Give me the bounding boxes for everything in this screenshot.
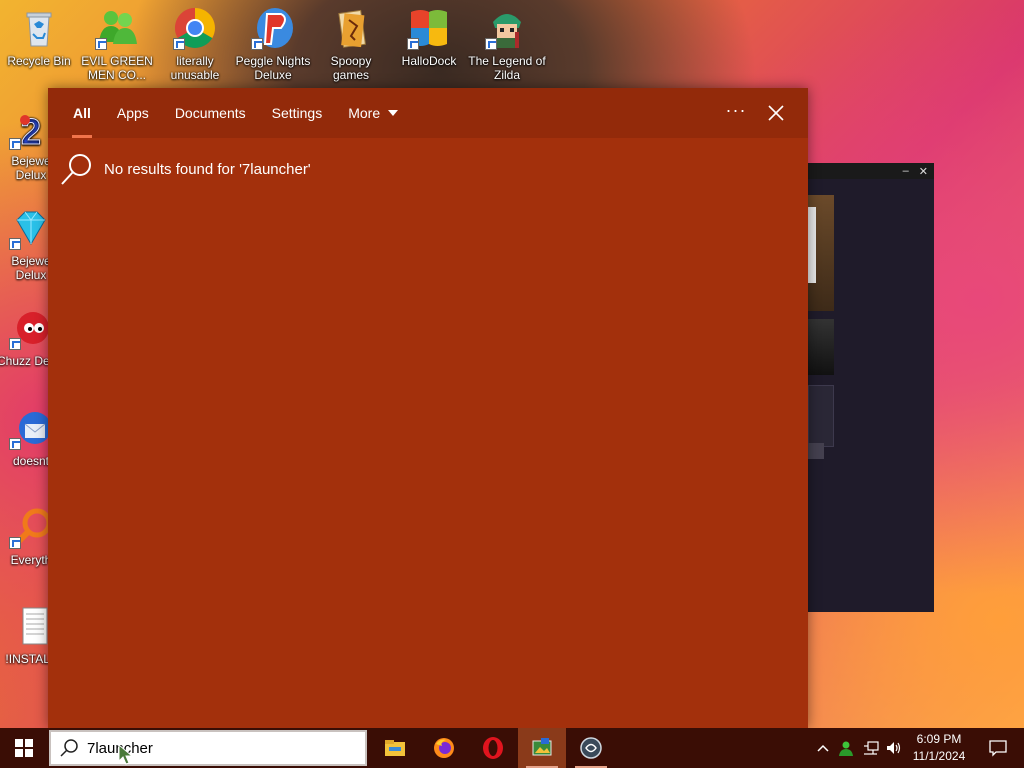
close-icon bbox=[768, 105, 784, 121]
shortcut-arrow-icon bbox=[251, 38, 263, 50]
desktop-icon-hallodock[interactable]: HalloDock bbox=[390, 6, 468, 68]
tab-settings[interactable]: Settings bbox=[259, 88, 336, 138]
shortcut-arrow-icon bbox=[9, 537, 21, 549]
tray-overflow-button[interactable] bbox=[814, 728, 832, 768]
chuzzle-icon bbox=[9, 306, 53, 350]
messenger-icon bbox=[95, 6, 139, 50]
shortcut-arrow-icon bbox=[9, 338, 21, 350]
start-button[interactable] bbox=[0, 728, 48, 768]
desktop-icon-legend-of-zilda[interactable]: The Legend of Zilda bbox=[468, 6, 546, 82]
bejeweled-icon bbox=[9, 206, 53, 250]
notification-icon bbox=[989, 740, 1007, 757]
chrome-icon bbox=[173, 6, 217, 50]
action-center-button[interactable] bbox=[978, 728, 1018, 768]
background-window-titlebar: – ✕ bbox=[808, 163, 934, 179]
windows-logo-icon bbox=[407, 6, 451, 50]
taskbar: 6:09 PM 11/1/2024 bbox=[0, 728, 1024, 768]
network-icon bbox=[864, 741, 879, 755]
desktop-icon-label: Spoopy games bbox=[330, 54, 372, 82]
shortcut-arrow-icon bbox=[9, 438, 21, 450]
desktop-icon-label: HalloDock bbox=[401, 54, 457, 68]
desktop-icon-literally-unusable[interactable]: literally unusable bbox=[156, 6, 234, 82]
zelda-icon bbox=[485, 6, 529, 50]
shortcut-arrow-icon bbox=[9, 138, 21, 150]
shortcut-arrow-icon bbox=[407, 38, 419, 50]
background-window[interactable]: – ✕ bbox=[808, 163, 934, 612]
tab-apps[interactable]: Apps bbox=[104, 88, 162, 138]
firefox-icon bbox=[434, 738, 454, 758]
volume-icon bbox=[887, 742, 901, 754]
windows-start-icon bbox=[15, 739, 33, 757]
folder-icon bbox=[329, 6, 373, 50]
clock-time: 6:09 PM bbox=[916, 732, 962, 746]
shortcut-arrow-icon bbox=[95, 38, 107, 50]
shortcut-arrow-icon bbox=[173, 38, 185, 50]
taskbar-file-explorer[interactable] bbox=[371, 728, 419, 768]
desktop-icon-label: Peggle Nights Deluxe bbox=[235, 54, 311, 82]
background-window-button[interactable] bbox=[808, 443, 824, 459]
tab-documents[interactable]: Documents bbox=[162, 88, 259, 138]
taskbar-opera[interactable] bbox=[469, 728, 517, 768]
clock-date: 11/1/2024 bbox=[912, 749, 966, 763]
tab-all[interactable]: All bbox=[60, 88, 104, 138]
shortcut-arrow-icon bbox=[485, 38, 497, 50]
taskbar-photo-app[interactable] bbox=[518, 728, 566, 768]
no-results-message: No results found for '7launcher' bbox=[60, 152, 311, 186]
bejeweled2-icon: 2 bbox=[9, 106, 53, 150]
search-icon bbox=[60, 739, 78, 757]
more-options-button[interactable]: ··· bbox=[720, 100, 752, 126]
desktop-icon-label: The Legend of Zilda bbox=[468, 54, 546, 82]
background-window-card bbox=[808, 385, 834, 447]
desktop-icon-peggle-nights[interactable]: Peggle Nights Deluxe bbox=[234, 6, 312, 82]
peggle-icon bbox=[251, 6, 295, 50]
shortcut-arrow-icon bbox=[9, 238, 21, 250]
background-window-thumbnail bbox=[808, 195, 834, 311]
chevron-up-icon bbox=[817, 744, 829, 752]
everything-search-icon bbox=[9, 505, 53, 549]
text-file-icon bbox=[9, 604, 53, 648]
file-explorer-icon bbox=[385, 740, 405, 756]
thunderbird-icon bbox=[9, 406, 53, 450]
search-icon bbox=[61, 154, 91, 185]
desktop-icon-recycle-bin[interactable]: Recycle Bin bbox=[0, 6, 78, 68]
taskbar-search-box[interactable] bbox=[49, 730, 367, 766]
desktop-icon-label: EVIL GREEN MEN CO... bbox=[81, 54, 153, 82]
close-search-button[interactable] bbox=[762, 100, 790, 126]
no-results-text: No results found for '7launcher' bbox=[104, 160, 311, 178]
taskbar-clock[interactable]: 6:09 PM 11/1/2024 bbox=[904, 731, 974, 765]
background-window-thumbnail bbox=[808, 319, 834, 375]
mouse-cursor-icon bbox=[118, 744, 134, 765]
minimize-button[interactable]: – bbox=[903, 165, 909, 177]
tray-people-app[interactable] bbox=[836, 728, 856, 768]
desktop-icon-spoopy-games[interactable]: Spoopy games bbox=[312, 6, 390, 82]
close-button[interactable]: ✕ bbox=[919, 165, 928, 178]
search-panel: All Apps Documents Settings More ··· No … bbox=[48, 88, 808, 728]
taskbar-firefox[interactable] bbox=[420, 728, 468, 768]
chevron-down-icon bbox=[388, 110, 399, 116]
photo-app-icon bbox=[532, 738, 552, 756]
tray-volume[interactable] bbox=[883, 728, 903, 768]
search-tabs-header: All Apps Documents Settings More bbox=[48, 88, 808, 138]
desktop-icon-label: literally unusable bbox=[170, 54, 220, 82]
user-status-icon bbox=[839, 741, 853, 756]
tray-network[interactable] bbox=[861, 728, 881, 768]
desktop-icon-evil-green-men[interactable]: EVIL GREEN MEN CO... bbox=[78, 6, 156, 82]
taskbar-launcher[interactable] bbox=[567, 728, 615, 768]
launcher-icon bbox=[580, 737, 602, 759]
opera-icon bbox=[483, 737, 503, 759]
desktop-icon-label: Recycle Bin bbox=[7, 54, 71, 68]
tab-more[interactable]: More bbox=[335, 88, 411, 138]
recycle-bin-icon bbox=[17, 6, 61, 50]
